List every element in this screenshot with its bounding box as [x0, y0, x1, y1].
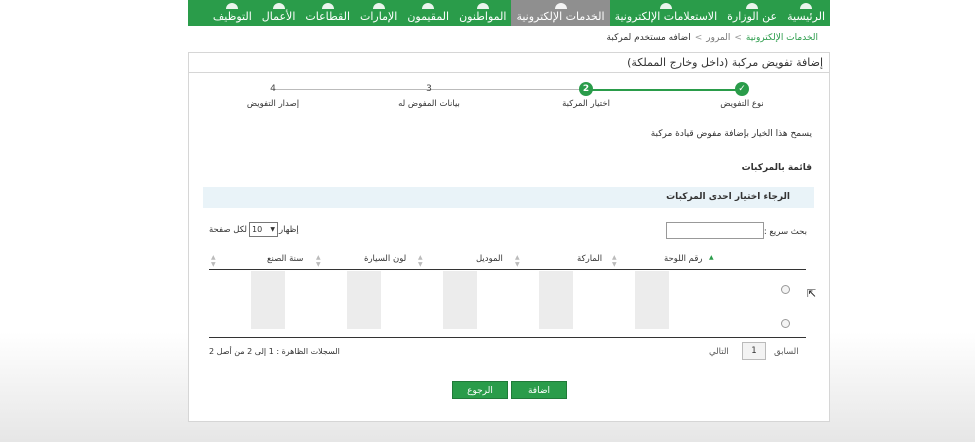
wizard-step-label: نوع التفويض: [720, 99, 764, 109]
nav-item-citizens[interactable]: المواطنون: [454, 0, 511, 26]
chevron-down-icon: ▼: [270, 226, 275, 233]
column-color[interactable]: لون السيارة: [364, 254, 406, 264]
pagination-previous[interactable]: السابق: [774, 347, 799, 357]
emirates-icon: [372, 3, 385, 9]
wizard-step-number: 4: [270, 84, 276, 94]
table-footer-line: [209, 337, 806, 338]
table-row[interactable]: [209, 273, 806, 303]
nav-item-label: القطاعات: [305, 10, 351, 23]
nav-item-e-services[interactable]: الخدمات الإلكترونية: [511, 0, 610, 26]
nav-item-about-ministry[interactable]: عن الوزارة: [722, 0, 782, 26]
main-navbar: الرئيسية عن الوزارة الاستعلامات الإلكترو…: [188, 0, 830, 26]
business-icon: [272, 3, 285, 9]
residents-icon: [422, 3, 435, 9]
column-make[interactable]: الماركة: [577, 254, 602, 264]
row-select-radio[interactable]: [781, 319, 790, 328]
main-panel: إضافة تفويض مركبة (داخل وخارج المملكة) ✓…: [188, 52, 830, 422]
nav-item-emirates[interactable]: الإمارات: [355, 0, 402, 26]
wizard-step-1: ✓ نوع التفويض: [692, 82, 792, 109]
select-vehicle-prompt: الرجاء اختيار احدى المركبات: [203, 187, 814, 208]
nav-item-business[interactable]: الأعمال: [257, 0, 301, 26]
sort-icon[interactable]: ▲ ▼: [316, 254, 321, 268]
hint-text: يسمح هذا الخيار بإضافة مفوض قيادة مركبة: [650, 129, 812, 139]
nav-item-sectors[interactable]: القطاعات: [300, 0, 355, 26]
nav-item-jobs[interactable]: التوظيف: [208, 0, 257, 26]
ministry-icon: [746, 3, 759, 9]
entries-label: لكل صفحة: [209, 225, 247, 235]
pagination-next[interactable]: التالي: [709, 347, 729, 357]
add-button[interactable]: اضافة: [511, 381, 567, 399]
citizens-icon: [476, 3, 489, 9]
breadcrumb: الخدمات الإلكترونية < المرور < اضافه مست…: [607, 33, 818, 43]
home-icon: [800, 3, 813, 9]
mouse-cursor-icon: ⇱: [807, 287, 817, 300]
sort-icon[interactable]: ▲ ▼: [418, 254, 423, 268]
nav-item-e-inquiries[interactable]: الاستعلامات الإلكترونية: [610, 0, 723, 26]
wizard-step-4: 4 إصدار التفويض: [223, 82, 323, 109]
wizard-step-2: 2 اختيار المركبة: [536, 82, 636, 109]
column-model[interactable]: الموديل: [476, 254, 503, 264]
wizard-step-label: بيانات المفوض له: [398, 99, 460, 109]
sort-icon[interactable]: ▲ ▼: [211, 254, 216, 268]
records-info: السجلات الظاهرة : 1 إلى 2 من أصل 2: [209, 347, 340, 356]
search-input[interactable]: [666, 222, 764, 239]
search-label: بحث سريع :: [763, 227, 807, 237]
nav-item-label: الاستعلامات الإلكترونية: [614, 10, 718, 23]
sectors-icon: [321, 3, 334, 9]
nav-item-label: المواطنون: [459, 10, 507, 23]
sort-asc-icon[interactable]: ▲: [709, 254, 714, 261]
column-year[interactable]: سنة الصنع: [267, 254, 303, 264]
breadcrumb-separator: <: [734, 33, 742, 43]
sort-icon[interactable]: ▲ ▼: [612, 254, 617, 268]
nav-item-label: المقيمون: [407, 10, 450, 23]
page-size-value: 10: [252, 225, 263, 234]
breadcrumb-separator: <: [694, 33, 703, 43]
nav-item-label: الإمارات: [360, 10, 398, 23]
nav-item-label: الرئيسية: [787, 10, 825, 23]
services-icon: [554, 3, 567, 9]
wizard-step-label: إصدار التفويض: [246, 99, 300, 109]
nav-item-residents[interactable]: المقيمون: [402, 0, 454, 26]
sort-icon[interactable]: ▲ ▼: [515, 254, 520, 268]
page-title: إضافة تفويض مركبة (داخل وخارج المملكة): [189, 53, 829, 73]
checkmark-icon: ✓: [735, 82, 749, 96]
pagination-current-page[interactable]: 1: [742, 342, 766, 360]
show-label: إظهار: [279, 225, 299, 235]
breadcrumb-current: اضافه مستخدم لمركبة: [606, 33, 691, 43]
breadcrumb-e-services[interactable]: الخدمات الإلكترونية: [746, 33, 818, 43]
nav-item-label: عن الوزارة: [727, 10, 778, 23]
nav-item-label: الخدمات الإلكترونية: [516, 10, 605, 23]
jobs-icon: [226, 3, 239, 9]
page-size-select[interactable]: 10 ▼: [249, 222, 278, 237]
wizard-step-label: اختيار المركبة: [562, 99, 610, 109]
table-header: ▲ رقم اللوحة ▲ ▼ الماركة ▲ ▼ الموديل ▲ ▼ لو…: [209, 251, 806, 270]
wizard-step-3: 3 بيانات المفوض له: [379, 82, 479, 109]
column-plate[interactable]: رقم اللوحة: [664, 254, 703, 264]
vehicle-list-title: قائمة بالمركبات: [741, 163, 812, 173]
wizard-step-number: 2: [579, 82, 593, 96]
nav-item-label: التوظيف: [212, 10, 252, 23]
back-button[interactable]: الرجوع: [452, 381, 508, 399]
table-row[interactable]: [209, 307, 806, 337]
breadcrumb-traffic[interactable]: المرور: [706, 33, 730, 43]
inquiry-icon: [659, 3, 672, 9]
nav-item-label: الأعمال: [261, 10, 296, 23]
wizard-step-number: 3: [426, 84, 432, 94]
nav-item-home[interactable]: الرئيسية: [782, 0, 830, 26]
row-select-radio[interactable]: [781, 285, 790, 294]
